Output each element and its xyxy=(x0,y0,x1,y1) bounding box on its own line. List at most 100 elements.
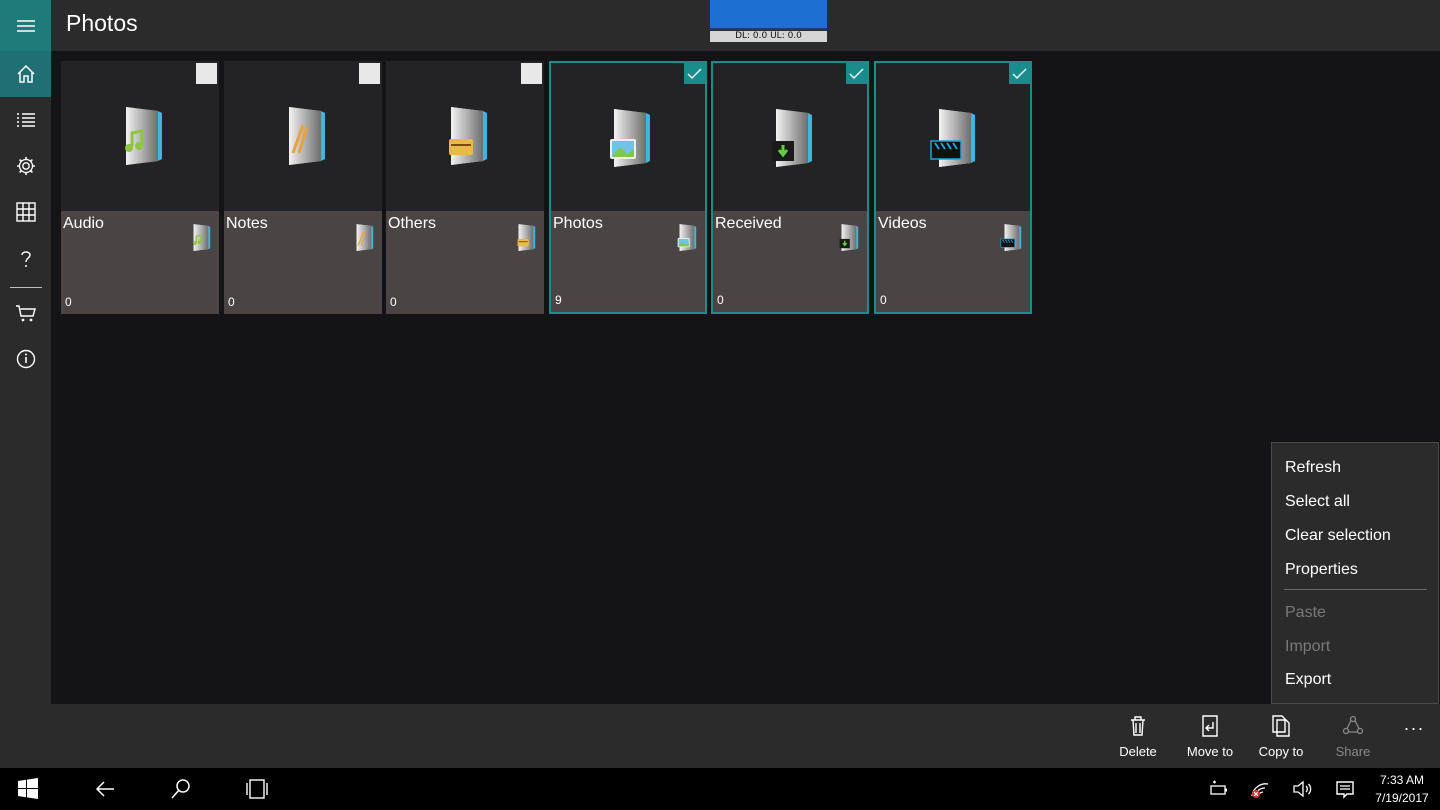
move-icon xyxy=(1202,715,1218,737)
folder-count: 0 xyxy=(717,293,724,307)
delete-label: Delete xyxy=(1119,744,1157,759)
nav-help[interactable] xyxy=(0,236,51,282)
app-window: Photos DL: 0.0 UL: 0.0 Audio 0 Notes 0 O… xyxy=(0,0,1440,768)
copy-to-button[interactable]: Copy to xyxy=(1246,714,1316,759)
menu-import[interactable]: Import xyxy=(1285,638,1330,656)
folder-name: Photos xyxy=(553,215,603,232)
action-center-icon[interactable] xyxy=(1334,778,1356,800)
folder-name: Notes xyxy=(226,215,268,232)
nav-settings[interactable] xyxy=(0,143,51,189)
folder-tile-photos[interactable]: Photos 9 xyxy=(549,61,707,314)
share-label: Share xyxy=(1335,744,1371,759)
folder-icon xyxy=(600,107,656,171)
clock-date: 7/19/2017 xyxy=(1375,791,1429,805)
rail-divider xyxy=(10,287,42,288)
nav-rail xyxy=(0,0,51,768)
move-to-label: Move to xyxy=(1186,744,1234,759)
folder-small-icon xyxy=(512,223,538,253)
folder-count: 0 xyxy=(65,295,72,309)
nav-info[interactable] xyxy=(0,336,51,382)
task-view-button[interactable] xyxy=(229,768,285,810)
home-icon xyxy=(16,64,35,83)
folder-icon xyxy=(275,105,331,169)
gear-icon xyxy=(16,157,35,175)
menu-properties[interactable]: Properties xyxy=(1285,561,1358,579)
folder-small-icon xyxy=(673,223,699,253)
copy-to-label: Copy to xyxy=(1258,744,1304,759)
menu-separator xyxy=(1284,589,1427,590)
share-button[interactable]: Share xyxy=(1318,714,1388,759)
title-bar: Photos DL: 0.0 UL: 0.0 xyxy=(51,0,1440,51)
folder-name: Received xyxy=(715,215,782,232)
folder-tile-notes[interactable]: Notes 0 xyxy=(224,61,382,314)
folder-tile-received[interactable]: Received 0 xyxy=(711,61,869,314)
menu-clear-selection[interactable]: Clear selection xyxy=(1285,527,1391,545)
network-label: DL: 0.0 UL: 0.0 xyxy=(710,31,827,42)
folder-small-icon xyxy=(187,223,213,253)
grid-icon xyxy=(15,202,36,222)
folder-icon xyxy=(437,105,493,169)
share-icon xyxy=(1342,715,1364,735)
info-icon xyxy=(16,349,35,369)
folder-thumbnail xyxy=(713,63,867,211)
checkmark-icon xyxy=(849,68,864,80)
folder-icon xyxy=(112,105,168,169)
nav-store[interactable] xyxy=(0,290,51,336)
menu-refresh[interactable]: Refresh xyxy=(1285,459,1341,477)
folder-name: Videos xyxy=(878,215,927,232)
folder-info: Audio 0 xyxy=(61,211,219,314)
back-button[interactable] xyxy=(77,768,133,810)
folder-count: 0 xyxy=(390,295,397,309)
back-arrow-icon xyxy=(95,781,114,797)
clock[interactable]: 7:33 AM 7/19/2017 xyxy=(1370,771,1434,807)
windows-icon xyxy=(18,778,38,799)
context-menu: Refresh Select all Clear selection Prope… xyxy=(1271,442,1439,704)
search-icon xyxy=(171,779,190,799)
battery-icon[interactable] xyxy=(1207,778,1229,800)
more-button[interactable]: ··· xyxy=(1402,718,1426,739)
hamburger-icon xyxy=(16,19,35,32)
folder-info: Videos 0 xyxy=(876,211,1030,312)
folder-thumbnail xyxy=(876,63,1030,211)
volume-icon[interactable] xyxy=(1291,778,1313,800)
copy-icon xyxy=(1272,715,1290,737)
folder-icon xyxy=(925,107,981,171)
folder-checkbox[interactable] xyxy=(1009,63,1030,84)
folder-small-icon xyxy=(350,223,376,253)
command-bar: Delete Move to Copy to Share ··· xyxy=(51,704,1440,768)
checkmark-icon xyxy=(1012,68,1027,80)
nav-home[interactable] xyxy=(0,51,51,97)
folder-checkbox[interactable] xyxy=(846,63,867,84)
delete-button[interactable]: Delete xyxy=(1103,714,1173,759)
folder-small-icon xyxy=(998,223,1024,253)
folder-small-icon xyxy=(835,223,861,253)
network-disconnected-icon[interactable] xyxy=(1249,778,1271,800)
folder-checkbox[interactable] xyxy=(359,63,380,84)
folder-tile-others[interactable]: Others 0 xyxy=(386,61,544,314)
folder-icon xyxy=(762,107,818,171)
move-to-button[interactable]: Move to xyxy=(1175,714,1245,759)
search-button[interactable] xyxy=(153,768,209,810)
folder-tile-audio[interactable]: Audio 0 xyxy=(61,61,219,314)
hamburger-button[interactable] xyxy=(0,0,51,51)
folder-checkbox[interactable] xyxy=(684,63,705,84)
folder-checkbox[interactable] xyxy=(196,63,217,84)
menu-select-all[interactable]: Select all xyxy=(1285,493,1350,511)
network-monitor: DL: 0.0 UL: 0.0 xyxy=(710,0,827,42)
list-icon xyxy=(16,113,35,127)
folder-name: Others xyxy=(388,215,437,232)
menu-paste[interactable]: Paste xyxy=(1285,604,1326,622)
start-button[interactable] xyxy=(0,768,56,810)
clock-time: 7:33 AM xyxy=(1379,773,1425,787)
menu-export[interactable]: Export xyxy=(1285,671,1331,689)
folder-tile-videos[interactable]: Videos 0 xyxy=(874,61,1032,314)
checkmark-icon xyxy=(687,68,702,80)
nav-list[interactable] xyxy=(0,97,51,143)
folder-checkbox[interactable] xyxy=(521,63,542,84)
folder-count: 0 xyxy=(880,293,887,307)
folder-info: Notes 0 xyxy=(224,211,382,314)
trash-icon xyxy=(1131,716,1145,736)
nav-grid[interactable] xyxy=(0,189,51,235)
cart-icon xyxy=(15,305,36,322)
folder-name: Audio xyxy=(63,215,104,232)
